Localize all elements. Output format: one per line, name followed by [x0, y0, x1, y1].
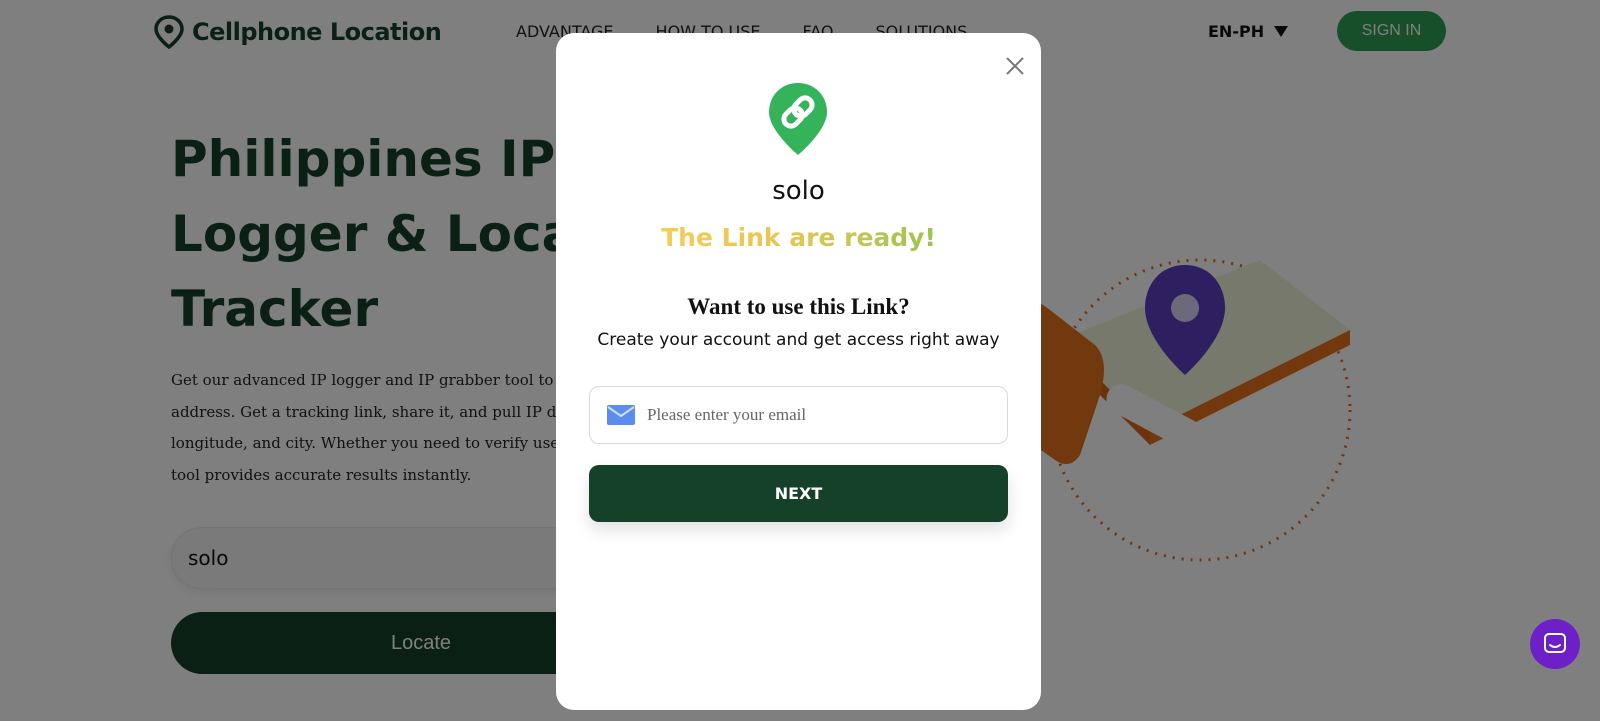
next-button[interactable]: NEXT: [589, 465, 1008, 522]
email-input[interactable]: [647, 405, 987, 425]
link-name: solo: [772, 176, 825, 206]
envelope-icon: [607, 405, 635, 425]
link-ready-label: The Link are ready!: [661, 223, 936, 252]
email-field[interactable]: [589, 386, 1008, 444]
link-ready-text: The Link are ready!: [556, 223, 1041, 252]
chat-icon: [1544, 633, 1566, 653]
link-ready-modal: solo The Link are ready! Want to use thi…: [556, 33, 1041, 710]
modal-subtitle: Create your account and get access right…: [597, 330, 1000, 350]
modal-question: Want to use this Link?: [687, 294, 910, 319]
close-icon[interactable]: [1002, 53, 1028, 79]
link-pin-icon: [769, 83, 827, 155]
chat-launcher[interactable]: [1530, 619, 1580, 669]
